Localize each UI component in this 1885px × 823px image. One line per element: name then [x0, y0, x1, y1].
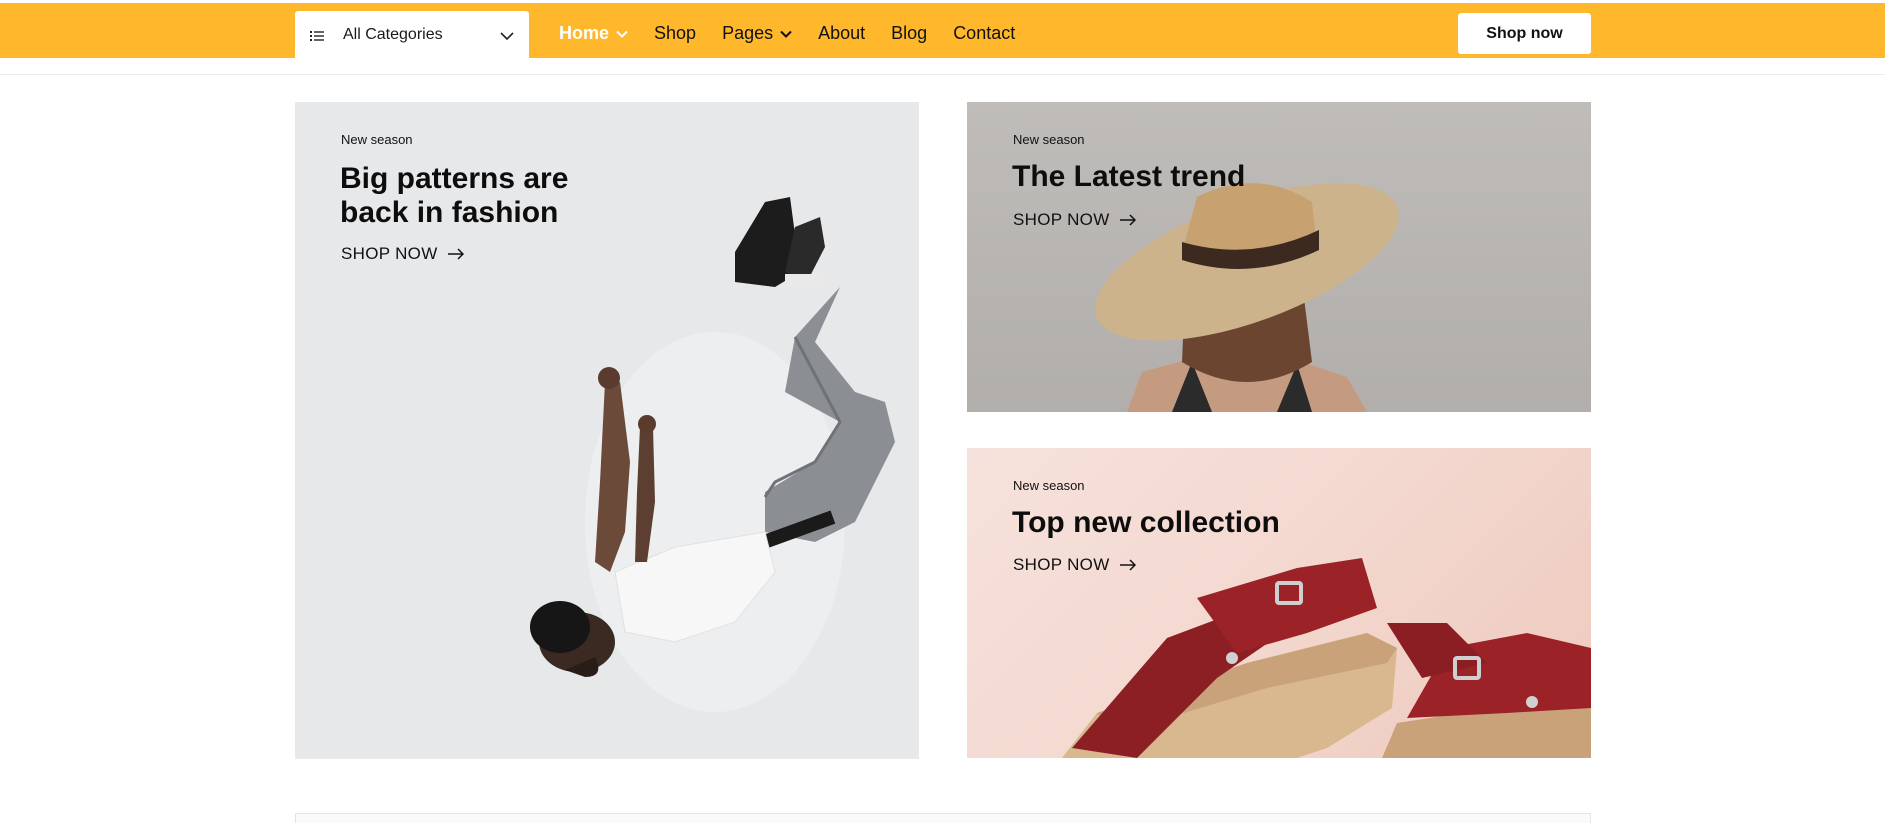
nav-item-contact[interactable]: Contact [953, 23, 1015, 44]
next-section-edge [295, 813, 1591, 823]
banner-title: Top new collection [1012, 506, 1280, 539]
shop-now-label: SHOP NOW [341, 244, 438, 263]
nav-item-home[interactable]: Home [559, 23, 628, 44]
arrow-right-icon [447, 248, 464, 260]
banner-eyebrow: New season [1013, 132, 1085, 147]
nav-contact-label: Contact [953, 23, 1016, 43]
banner-top-collection[interactable]: New season Top new collection SHOP NOW [967, 448, 1591, 758]
nav-item-about[interactable]: About [818, 23, 865, 44]
shop-now-label: SHOP NOW [1013, 555, 1110, 574]
banner-big-patterns[interactable]: New season Big patterns are back in fash… [295, 102, 919, 759]
banner-eyebrow: New season [341, 132, 413, 147]
woman-straw-hat-image [1095, 183, 1399, 412]
arrow-right-icon [1119, 559, 1136, 571]
banner-title-line-2: back in fashion [340, 196, 559, 229]
chevron-down-icon [780, 30, 792, 38]
nav-item-blog[interactable]: Blog [891, 23, 927, 44]
nav-about-label: About [818, 23, 866, 43]
nav-home-label: Home [559, 23, 610, 43]
banner-title: Big patterns are back in fashion [340, 162, 568, 230]
top-navigation-bar: All Categories Home Shop Pages About Blo… [0, 3, 1885, 61]
red-sandals-image [1062, 558, 1591, 758]
all-categories-label: All Categories [343, 26, 443, 43]
chevron-down-icon [616, 30, 628, 38]
shop-now-button[interactable]: Shop now [1458, 13, 1591, 54]
banner-title-line-1: Big patterns are [340, 162, 569, 195]
banner-shop-now-link[interactable]: SHOP NOW [1013, 210, 1136, 230]
all-categories-dropdown[interactable]: All Categories [295, 11, 529, 60]
nav-item-pages[interactable]: Pages [722, 23, 792, 44]
banner-eyebrow: New season [1013, 478, 1085, 493]
chevron-down-icon [500, 32, 514, 41]
banner-shop-now-link[interactable]: SHOP NOW [1013, 555, 1136, 575]
banner-latest-trend[interactable]: New season The Latest trend SHOP NOW [967, 102, 1591, 412]
banner-shop-now-link[interactable]: SHOP NOW [341, 244, 464, 264]
nav-blog-label: Blog [891, 23, 928, 43]
header-divider [0, 74, 1885, 75]
list-icon [310, 31, 324, 41]
nav-item-shop[interactable]: Shop [654, 23, 696, 44]
main-nav: Home Shop Pages About Blog Contact [559, 6, 1041, 61]
nav-shop-label: Shop [654, 23, 697, 43]
arrow-right-icon [1119, 214, 1136, 226]
banner-title: The Latest trend [1012, 160, 1246, 193]
shop-now-label: SHOP NOW [1013, 210, 1110, 229]
nav-pages-label: Pages [722, 23, 774, 43]
